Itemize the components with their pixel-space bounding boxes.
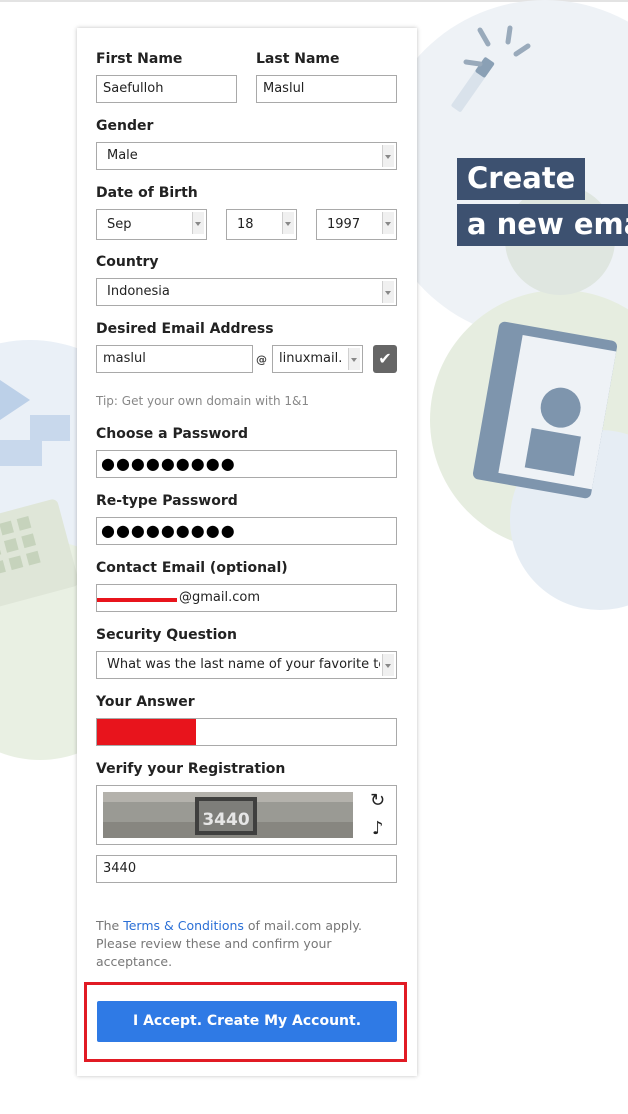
email-label: Desired Email Address <box>96 321 274 337</box>
last-name-input[interactable]: Maslul <box>256 75 397 103</box>
redaction-mark <box>97 598 177 602</box>
captcha-image: 3440 <box>103 792 353 838</box>
dob-year-select[interactable]: 1997 <box>316 209 397 240</box>
dob-month-value: Sep <box>107 217 132 232</box>
dob-year-value: 1997 <box>327 217 361 232</box>
security-question-select[interactable]: What was the last name of your favorite … <box>96 651 397 679</box>
security-question-value: What was the last name of your favorite … <box>107 657 380 672</box>
check-icon: ✔ <box>378 349 392 368</box>
first-name-input[interactable]: Saefulloh <box>96 75 237 103</box>
chevron-down-icon <box>382 654 394 676</box>
captcha-input[interactable]: 3440 <box>96 855 397 883</box>
email-username-input[interactable]: maslul <box>96 345 253 373</box>
check-availability-button[interactable]: ✔ <box>373 345 397 373</box>
chevron-down-icon <box>348 348 360 370</box>
first-name-label: First Name <box>96 51 183 67</box>
chevron-down-icon <box>282 212 294 234</box>
gender-label: Gender <box>96 118 154 134</box>
terms-text: The Terms & Conditions of mail.com apply… <box>96 918 362 969</box>
verify-label: Verify your Registration <box>96 761 286 777</box>
retype-password-label: Re-type Password <box>96 493 238 509</box>
answer-label: Your Answer <box>96 694 195 710</box>
captcha-text: 3440 <box>202 810 249 830</box>
chevron-down-icon <box>192 212 204 234</box>
hero-line-1: Create <box>457 158 586 200</box>
gender-select[interactable]: Male <box>96 142 397 170</box>
country-label: Country <box>96 254 159 270</box>
security-question-label: Security Question <box>96 627 238 643</box>
dob-day-select[interactable]: 18 <box>226 209 297 240</box>
registration-form: First Name Last Name Saefulloh Maslul Ge… <box>77 28 417 1076</box>
country-select[interactable]: Indonesia <box>96 278 397 306</box>
dob-day-value: 18 <box>237 217 254 232</box>
dob-label: Date of Birth <box>96 185 198 201</box>
create-account-button[interactable]: I Accept. Create My Account. <box>97 1001 397 1042</box>
at-sign: @ <box>256 353 267 366</box>
captcha-box: 3440 ↻ ♪ <box>96 785 397 845</box>
retype-password-input[interactable]: ●●●●●●●●● <box>96 517 397 545</box>
password-input[interactable]: ●●●●●●●●● <box>96 450 397 478</box>
email-domain-select[interactable]: linuxmail. <box>272 345 363 373</box>
password-label: Choose a Password <box>96 426 248 442</box>
music-note-icon[interactable]: ♪ <box>372 818 384 839</box>
hero-line-2: a new ema <box>457 204 628 246</box>
chevron-down-icon <box>382 145 394 167</box>
gender-value: Male <box>107 148 138 163</box>
chevron-down-icon <box>382 212 394 234</box>
last-name-label: Last Name <box>256 51 340 67</box>
contact-email-label: Contact Email (optional) <box>96 560 288 576</box>
redaction-mark <box>97 719 196 745</box>
chevron-down-icon <box>382 281 394 303</box>
dob-month-select[interactable]: Sep <box>96 209 207 240</box>
email-tip: Tip: Get your own domain with 1&1 <box>96 394 309 408</box>
email-domain-value: linuxmail. <box>279 351 343 366</box>
terms-link[interactable]: Terms & Conditions <box>123 918 244 933</box>
country-value: Indonesia <box>107 284 170 299</box>
refresh-icon[interactable]: ↻ <box>370 790 385 811</box>
